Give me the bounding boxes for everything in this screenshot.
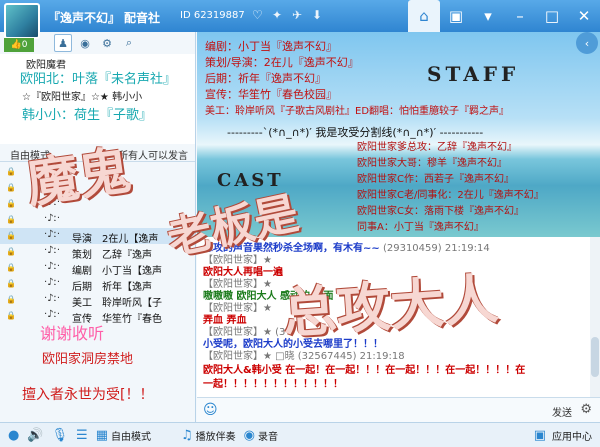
- credit-post: 后期：祈年『逸声不幻』: [205, 72, 326, 85]
- room-name: 『逸声不幻』: [48, 11, 121, 25]
- slogan-warning: 擅入者永世为受[！！: [22, 387, 154, 403]
- room-title: 『逸声不幻』 配音社: [48, 9, 160, 26]
- close-icon[interactable]: ✕: [568, 0, 600, 32]
- like-count: 0: [21, 40, 28, 50]
- mic-button[interactable]: 🎙: [52, 428, 69, 443]
- lock-icon: 🔒: [6, 279, 16, 288]
- credit-art: 美工：聆岸听风『子歌古风剧社』ED翻唱：怕怕重臆较子『羁之声』: [205, 106, 510, 117]
- user-avatar-icon: ●: [8, 427, 20, 443]
- slogan-thanks: 谢谢收听: [40, 324, 105, 343]
- record-label: 录音: [258, 431, 278, 443]
- chat-scrollbar[interactable]: [590, 237, 600, 397]
- bottom-bar: ● 🔊 🎙 ☰ ▦ 自由模式 ♫ 播放伴奏 ◉ 录音 ▣ 应用中心: [0, 422, 600, 447]
- cast-line: 欧阳世家爹总攻：乙辞『逸声不幻』: [357, 142, 517, 153]
- search-icon[interactable]: ⌕: [120, 34, 138, 52]
- home-tab-icon[interactable]: ⌂: [408, 0, 440, 32]
- cast-line: 欧阳世家C作：西若子『逸声不幻』: [357, 174, 514, 185]
- gift-icon[interactable]: ✦: [272, 8, 282, 22]
- title-bar: 『逸声不幻』 配音社 ID 62319887 ♡ ✦ ✈ ⬇ ⌂ ▣ ▾ – □ …: [0, 0, 600, 32]
- lock-icon: 🔒: [6, 215, 16, 224]
- settings-icon[interactable]: ⚙: [98, 34, 116, 52]
- cast-line: 欧阳世家大哥：穆羊『逸声不幻』: [357, 158, 507, 169]
- free-mode-button[interactable]: ▦ 自由模式: [96, 428, 151, 443]
- send-button[interactable]: 发送: [552, 404, 572, 419]
- maximize-icon[interactable]: □: [536, 0, 568, 32]
- chat-sender: 【欧阳世家】★ □晓 (32567445) 21:19:18: [203, 351, 405, 362]
- list-item[interactable]: 🔒 ·♪ː· 策划 乙辞『逸声: [0, 244, 195, 261]
- app-center-button[interactable]: 应用中心: [552, 428, 592, 443]
- location-icon[interactable]: ◉: [76, 34, 94, 52]
- channel-header: 欧阳魔君 欧阳北：叶落『未名声社』 ☆『欧阳世家』☆★ 韩小小 韩小小：荷生『子…: [0, 54, 195, 144]
- cast-line: 欧阳世家C老/同事化：2在儿『逸声不幻』: [357, 190, 544, 201]
- chat-message: 一起！！！！！！！！！！！！: [203, 379, 343, 390]
- settings-icon[interactable]: ⚙: [580, 402, 592, 417]
- menu-icon[interactable]: ▾: [472, 0, 504, 32]
- thumb-icon: 👍: [10, 40, 22, 50]
- lock-icon: 🔒: [6, 263, 16, 272]
- mixer-button[interactable]: ☰: [76, 428, 88, 443]
- overlay-text-devil: 魔鬼: [22, 140, 135, 215]
- mic-icon: 🎙: [51, 427, 69, 443]
- play-accompaniment-button[interactable]: ♫ 播放伴奏: [181, 428, 236, 443]
- music-icon: ♫: [181, 427, 193, 443]
- credit-director: 策划/导演：2在儿『逸声不幻』: [205, 56, 359, 69]
- slogan-forbidden: 欧阳家洞房禁地: [42, 352, 134, 367]
- like-badge[interactable]: 👍0: [4, 38, 34, 52]
- lock-icon: 🔒: [6, 231, 16, 240]
- record-button[interactable]: ◉ 录音: [244, 428, 278, 443]
- collapse-icon[interactable]: ‹: [576, 32, 598, 54]
- room-id: ID 62319887: [180, 10, 245, 21]
- minimize-icon[interactable]: –: [504, 0, 536, 32]
- members-tab-icon[interactable]: ♟: [54, 34, 72, 52]
- left-toolbar: ♟ ◉ ⚙ ⌕: [54, 34, 138, 52]
- header-line-4: 韩小小：荷生『子歌』: [22, 108, 153, 123]
- play-label: 播放伴奏: [195, 431, 236, 443]
- credit-publicity: 宣传：华笙竹『春色校园』: [205, 88, 337, 101]
- emoji-icon[interactable]: ☺: [203, 402, 218, 418]
- top-tabs: ⌂ ▣ ▾ – □ ✕: [408, 0, 600, 32]
- credit-writer: 编剧：小丁当『逸声不幻』: [205, 40, 337, 53]
- header-line-2: 欧阳北：叶落『未名声社』: [20, 72, 177, 87]
- avatar[interactable]: ●: [8, 428, 19, 443]
- scroll-thumb[interactable]: [591, 337, 599, 377]
- overlay-text-top: 总攻大人: [280, 266, 501, 346]
- mixer-icon: ☰: [76, 427, 88, 443]
- input-bar: ☺ 发送 ⚙: [197, 397, 600, 422]
- room-avatar[interactable]: [4, 3, 40, 39]
- lock-icon: 🔒: [6, 199, 16, 208]
- record-icon: ◉: [243, 427, 255, 443]
- speaker-icon: 🔊: [27, 427, 44, 443]
- lock-icon: 🔒: [6, 295, 16, 304]
- cast-line: 同事A：小丁当『逸声不幻』: [357, 222, 484, 233]
- volume-button[interactable]: 🔊: [27, 428, 43, 443]
- lock-icon: 🔒: [6, 247, 16, 256]
- staff-title: STAFF: [427, 62, 520, 86]
- lock-icon: 🔒: [6, 311, 16, 320]
- heart-icon[interactable]: ♡: [252, 8, 263, 22]
- apps-icon[interactable]: ▣: [534, 428, 546, 443]
- bottom-right: ▣ 应用中心: [534, 428, 592, 443]
- cast-line: 欧阳世家C女：落雨下楼『逸声不幻』: [357, 206, 524, 217]
- header-line-3: ☆『欧阳世家』☆★ 韩小小: [22, 92, 143, 103]
- download-icon[interactable]: ⬇: [312, 8, 322, 22]
- lock-icon: 🔒: [6, 183, 16, 192]
- grid-icon: ▦: [95, 427, 108, 443]
- lock-icon: 🔒: [6, 167, 16, 176]
- list-item[interactable]: 🔒 ·♪ː· 美工 聆岸听风【子: [0, 292, 195, 309]
- free-mode-label: 自由模式: [111, 431, 151, 443]
- room-subtitle: 配音社: [124, 11, 161, 25]
- game-tab-icon[interactable]: ▣: [440, 0, 472, 32]
- list-item[interactable]: 🔒 ·♪ː· 编剧 小丁当【逸声: [0, 260, 195, 277]
- share-icon[interactable]: ✈: [292, 8, 302, 22]
- list-item[interactable]: 🔒 ·♪ː· 后期 祈年【逸声: [0, 276, 195, 293]
- chat-message: 欧阳大人&韩小受 在一起！在一起！！！在一起！！！在一起！！！！在: [203, 365, 526, 376]
